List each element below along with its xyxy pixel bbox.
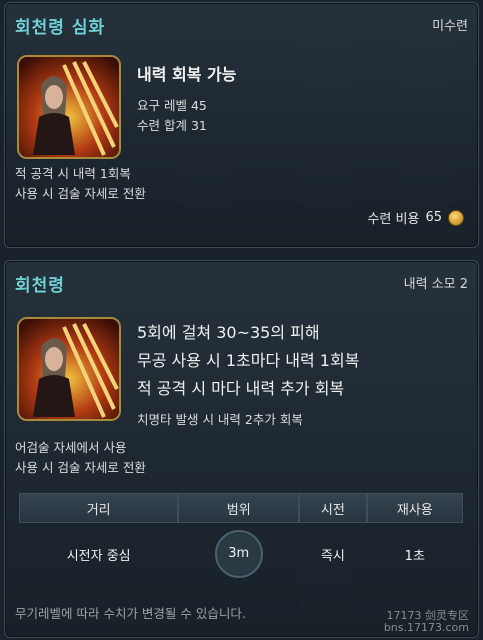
skill-base-panel: 회천령 내력 소모 2 5회에 걸쳐 30~35의 피해 무공 사용 시 1초마… (4, 260, 479, 638)
stat-value-range: 시전자 중심 (66, 548, 131, 564)
skill-icon (17, 317, 121, 421)
effect-line: 적 공격 시 마다 내력 추가 회복 (137, 379, 345, 398)
stat-value-cast: 즉시 (320, 548, 345, 564)
cost-label: 수련 비용 (367, 212, 420, 227)
watermark: 17173 剑灵专区 bns.17173.com (384, 610, 469, 634)
skill-name: 내력 회복 가능 (137, 65, 237, 84)
training-status: 미수련 (432, 19, 468, 34)
skill-advanced-panel: 회천령 심화 미수련 내력 회복 가능 요구 레벨 45 수련 합계 31 적 … (4, 2, 479, 248)
cost-value: 65 (425, 210, 442, 225)
stat-header-cooldown: 재사용 (366, 493, 463, 523)
stat-header-cast: 시전 (299, 493, 367, 523)
stat-header-range: 거리 (19, 493, 179, 523)
panel-title: 회천령 (15, 276, 65, 296)
stat-value-cooldown: 1초 (404, 548, 425, 564)
training-total: 수련 합계 31 (137, 118, 207, 133)
footer-note: 무기레벨에 따라 수치가 변경될 수 있습니다. (15, 606, 246, 621)
desc-line: 사용 시 검술 자세로 전환 (15, 460, 146, 475)
resource-cost: 내력 소모 2 (403, 277, 468, 292)
desc-line: 적 공격 시 내력 1회복 (15, 166, 131, 181)
skill-icon (17, 55, 121, 159)
effect-line: 5회에 걸쳐 30~35의 피해 (137, 323, 320, 342)
watermark-line: bns.17173.com (383, 621, 469, 634)
desc-line: 어검술 자세에서 사용 (15, 440, 127, 455)
skill-stats-table: 거리 범위 시전 재사용 시전자 중심 3m 즉시 1초 (19, 493, 463, 585)
area-ring: 3m (214, 530, 263, 578)
training-cost: 수련 비용 65 (367, 208, 464, 227)
coin-icon (448, 209, 464, 226)
stat-header-area: 범위 (178, 493, 300, 523)
effect-line: 무공 사용 시 1초마다 내력 1회복 (137, 351, 360, 370)
panel-title: 회천령 심화 (15, 18, 106, 38)
stat-value-area: 3m (178, 523, 299, 585)
required-level: 요구 레벨 45 (137, 98, 207, 113)
desc-line: 사용 시 검술 자세로 전환 (15, 186, 146, 201)
crit-line: 치명타 발생 시 내력 2추가 회복 (137, 412, 303, 427)
